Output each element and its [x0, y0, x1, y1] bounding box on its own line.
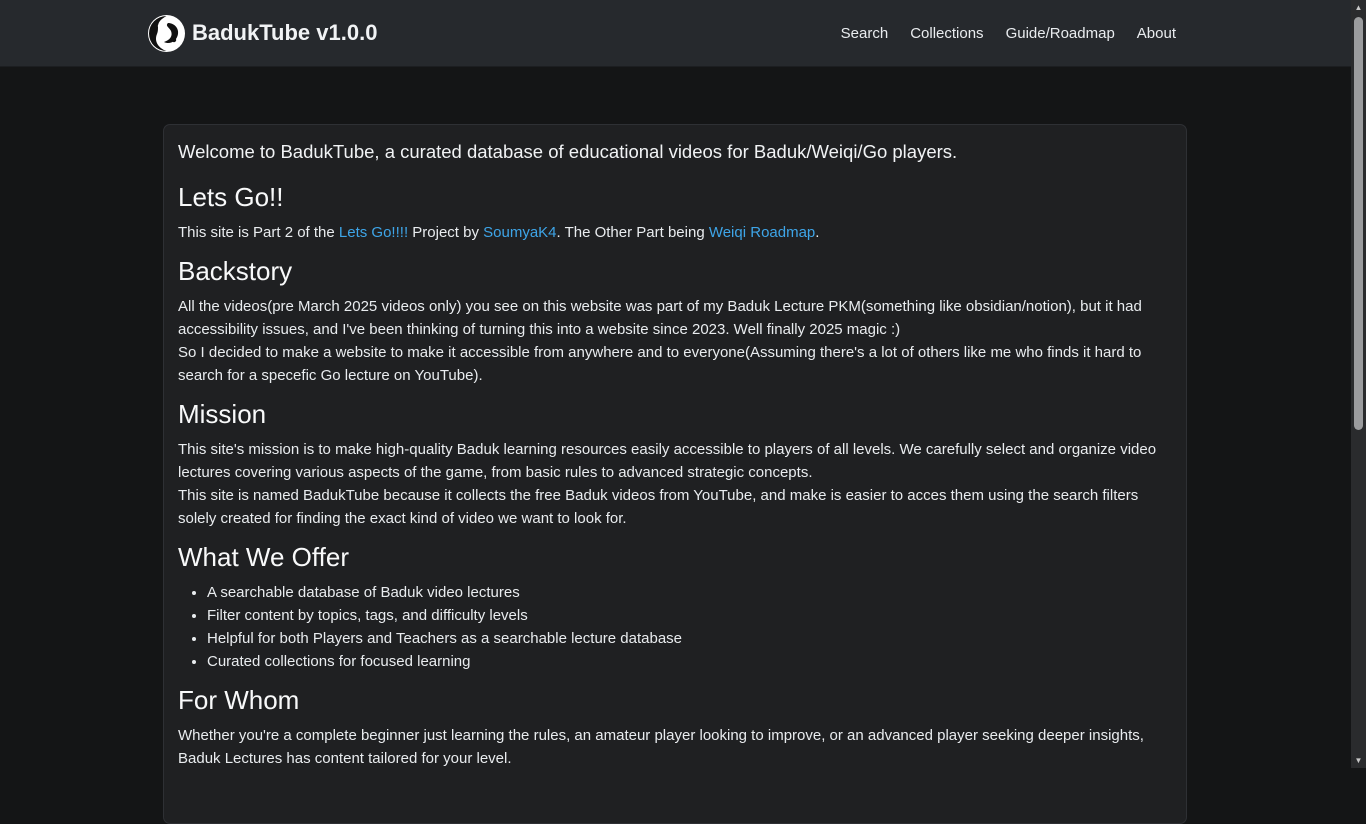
backstory-paragraph: All the videos(pre March 2025 videos onl…	[178, 295, 1172, 387]
nav-search-link[interactable]: Search	[841, 25, 889, 42]
lets-go-paragraph: This site is Part 2 of the Lets Go!!!! P…	[178, 221, 1172, 244]
backstory-text-1: All the videos(pre March 2025 videos onl…	[178, 298, 1142, 338]
list-item: A searchable database of Baduk video lec…	[207, 581, 1172, 604]
list-item: Filter content by topics, tags, and diff…	[207, 604, 1172, 627]
lets-go-project-link[interactable]: Lets Go!!!!	[339, 224, 408, 241]
scrollbar-thumb[interactable]	[1354, 17, 1363, 430]
heading-what-we-offer: What We Offer	[178, 542, 349, 572]
heading-mission: Mission	[178, 399, 267, 429]
brand-link[interactable]: BadukTube v1.0.0	[148, 14, 377, 52]
list-item: Curated collections for focused learning	[207, 650, 1172, 673]
nav-collections-link[interactable]: Collections	[910, 25, 983, 42]
about-card: Welcome to BadukTube, a curated database…	[163, 124, 1187, 824]
brand-title: BadukTube v1.0.0	[192, 20, 378, 45]
heading-for-whom: For Whom	[178, 685, 300, 715]
offer-list: A searchable database of Baduk video lec…	[178, 581, 1172, 673]
scroll-up-arrow-icon[interactable]: ▲	[1351, 0, 1366, 15]
go-stone-logo-icon	[148, 14, 185, 52]
heading-lets-go: Lets Go!!	[178, 182, 284, 212]
backstory-text-2: So I decided to make a website to make i…	[178, 344, 1142, 384]
nav-about-link[interactable]: About	[1137, 25, 1176, 42]
top-navbar: BadukTube v1.0.0 Search Collections Guid…	[0, 0, 1351, 67]
mission-paragraph: This site's mission is to make high-qual…	[178, 438, 1172, 530]
lets-go-text-2: Project by	[408, 224, 484, 241]
lets-go-text-3: . The Other Part being	[556, 224, 709, 241]
weiqi-roadmap-link[interactable]: Weiqi Roadmap	[709, 224, 815, 241]
scroll-down-arrow-icon[interactable]: ▼	[1351, 753, 1366, 768]
lets-go-text-4: .	[815, 224, 820, 241]
lets-go-text-1: This site is Part 2 of the	[178, 224, 339, 241]
mission-text-1: This site's mission is to make high-qual…	[178, 441, 1157, 481]
page-scrollbar[interactable]: ▲ ▼	[1351, 0, 1366, 768]
intro-text: Welcome to BadukTube, a curated database…	[178, 141, 958, 162]
author-link[interactable]: SoumyaK4	[483, 224, 556, 241]
heading-backstory: Backstory	[178, 256, 293, 286]
mission-text-2: This site is named BadukTube because it …	[178, 487, 1139, 527]
nav-links: Search Collections Guide/Roadmap About	[819, 0, 1176, 66]
for-whom-paragraph: Whether you're a complete beginner just …	[178, 727, 1144, 767]
list-item: Helpful for both Players and Teachers as…	[207, 627, 1172, 650]
nav-guide-roadmap-link[interactable]: Guide/Roadmap	[1006, 25, 1115, 42]
